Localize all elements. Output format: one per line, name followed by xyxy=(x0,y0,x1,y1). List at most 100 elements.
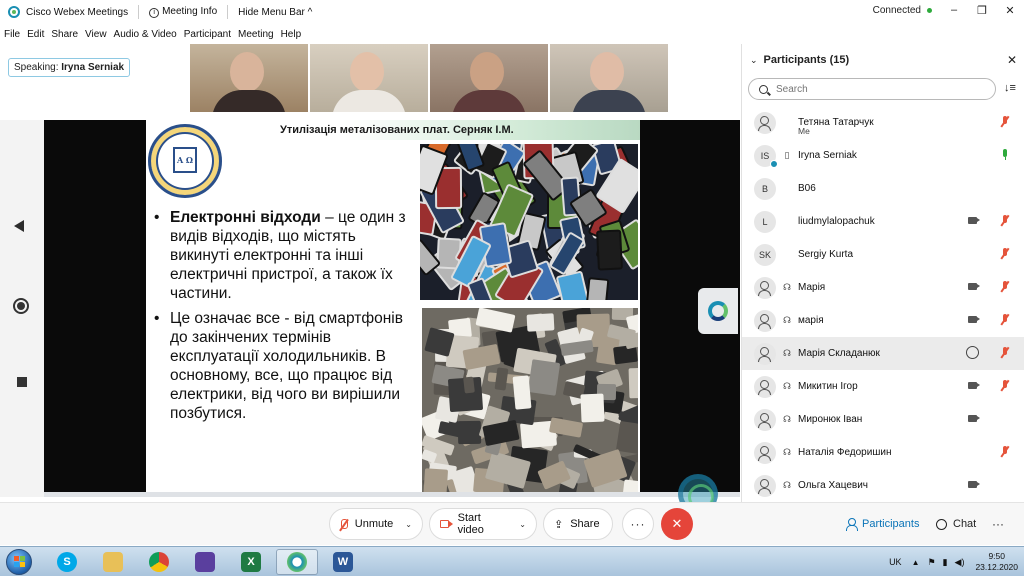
avatar xyxy=(754,111,776,134)
video-thumbnail[interactable] xyxy=(190,44,308,112)
device-icon: ☊ xyxy=(783,381,791,391)
video-thumbnail[interactable] xyxy=(550,44,668,112)
chrome-icon xyxy=(149,552,169,572)
person-head-icon xyxy=(760,115,769,125)
mic-muted-icon[interactable] xyxy=(1002,446,1008,457)
end-meeting-button[interactable]: ✕ xyxy=(661,508,693,540)
more-panels-button[interactable]: ··· xyxy=(992,512,1004,536)
video-thumbnail[interactable] xyxy=(310,44,428,112)
avatar xyxy=(754,276,776,299)
university-seal-icon: Α Ω xyxy=(148,124,222,198)
participants-icon xyxy=(846,518,858,531)
language-indicator[interactable]: UK xyxy=(889,557,902,567)
participant-row[interactable]: ☊ Марія xyxy=(742,271,1024,304)
participants-button[interactable]: Participants xyxy=(846,512,919,536)
participant-row[interactable]: ☊ Ольга Хацевич xyxy=(742,469,1024,502)
menu-share[interactable]: Share xyxy=(51,29,78,40)
clock[interactable]: 9:50 23.12.2020 xyxy=(975,551,1018,573)
avatar-initials: B xyxy=(761,183,768,194)
connection-status: Connected xyxy=(873,5,932,16)
share-label: Share xyxy=(570,518,600,530)
taskbar-webex[interactable] xyxy=(276,549,318,575)
menu-participant[interactable]: Participant xyxy=(184,29,231,40)
mic-muted-icon[interactable] xyxy=(1002,314,1008,325)
volume-icon[interactable]: ◀) xyxy=(955,557,965,568)
excel-icon: X xyxy=(241,552,261,572)
video-thumbnail[interactable] xyxy=(430,44,548,112)
participant-row[interactable]: SK Sergiy Kurta xyxy=(742,238,1024,271)
shared-content-stage: Утилізація металізованих плат. Серняк І.… xyxy=(0,120,740,497)
participant-row[interactable]: B B06 xyxy=(742,172,1024,205)
taskbar-save[interactable] xyxy=(184,549,226,575)
participant-row[interactable]: IS ▯ Iryna Serniak xyxy=(742,139,1024,172)
participants-panel: ⌄ Participants (15) ✕ ↓≡ Тетяна Татарчук… xyxy=(741,44,1024,502)
participant-name: Наталія Федоришин xyxy=(798,447,892,458)
mic-muted-icon[interactable] xyxy=(1002,347,1008,358)
sort-icon[interactable]: ↓≡ xyxy=(1004,82,1016,94)
menu-file[interactable]: File xyxy=(4,29,20,40)
participant-row[interactable]: ☊ Микитин Ігор xyxy=(742,370,1024,403)
mic-muted-icon[interactable] xyxy=(1002,380,1008,391)
mic-muted-icon[interactable] xyxy=(1002,215,1008,226)
participant-row[interactable]: ☊ Миронюк Іван xyxy=(742,403,1024,436)
mic-muted-icon[interactable] xyxy=(1002,281,1008,292)
taskbar-skype[interactable]: S xyxy=(46,549,88,575)
mic-muted-icon[interactable] xyxy=(1002,116,1008,127)
taskbar-explorer[interactable] xyxy=(92,549,134,575)
chat-bubble-icon[interactable] xyxy=(966,346,979,359)
chat-button[interactable]: Chat xyxy=(936,512,976,536)
device-shape xyxy=(621,479,638,492)
menu-view[interactable]: View xyxy=(85,29,107,40)
person-head-icon xyxy=(760,379,769,389)
more-options-button[interactable]: ··· xyxy=(622,508,654,540)
avatar-initials: SK xyxy=(758,249,771,260)
taskbar-chrome[interactable] xyxy=(138,549,180,575)
word-icon: W xyxy=(333,552,353,572)
participant-row[interactable]: ☊ Наталія Федоришин xyxy=(742,436,1024,469)
participant-search[interactable] xyxy=(748,78,996,100)
participants-header[interactable]: ⌄ Participants (15) ✕ xyxy=(742,44,1024,76)
stop-sharing-icon[interactable] xyxy=(17,377,27,387)
avatar xyxy=(754,441,776,464)
flag-icon[interactable]: ⚑ xyxy=(928,557,936,568)
phone-shape xyxy=(555,270,590,300)
video-camera-icon xyxy=(968,481,980,488)
menu-audio-video[interactable]: Audio & Video xyxy=(114,29,177,40)
close-window-button[interactable]: ✕ xyxy=(996,0,1024,20)
participant-row[interactable]: ☊ марія xyxy=(742,304,1024,337)
video-options-icon[interactable]: ⌄ xyxy=(519,520,526,529)
unmute-options-icon[interactable]: ⌄ xyxy=(405,520,412,529)
search-icon xyxy=(759,84,768,94)
unmute-button[interactable]: Unmute ⌄ xyxy=(329,508,423,540)
minimize-button[interactable]: – xyxy=(940,0,968,20)
menu-meeting[interactable]: Meeting xyxy=(238,29,274,40)
participant-row[interactable]: ☊ Марія Складанюк xyxy=(742,337,1024,370)
participant-row[interactable]: Lliudmylalopachuk xyxy=(742,205,1024,238)
mic-on-icon[interactable] xyxy=(1002,149,1008,160)
participant-row[interactable]: Тетяна Татарчук Me xyxy=(742,106,1024,139)
previous-slide-icon[interactable] xyxy=(14,220,24,232)
taskbar-word[interactable]: W xyxy=(322,549,364,575)
participant-list: Тетяна Татарчук Me IS ▯ Iryna Serniak B B06 Lli… xyxy=(742,106,1024,502)
show-hidden-icons[interactable]: ▲ xyxy=(912,558,920,567)
close-panel-button[interactable]: ✕ xyxy=(1007,53,1017,67)
network-icon[interactable]: ▮ xyxy=(943,557,948,568)
menu-edit[interactable]: Edit xyxy=(27,29,44,40)
search-input[interactable] xyxy=(776,83,976,95)
start-button[interactable] xyxy=(6,549,32,575)
start-video-button[interactable]: Start video ⌄ xyxy=(429,508,537,540)
webex-assistant-button[interactable] xyxy=(698,288,738,334)
taskbar-excel[interactable]: X xyxy=(230,549,272,575)
participant-body xyxy=(332,90,406,112)
hide-menu-bar-button[interactable]: Hide Menu Bar ^ xyxy=(238,7,312,18)
menu-help[interactable]: Help xyxy=(281,29,302,40)
participant-head xyxy=(590,52,624,92)
meeting-info-button[interactable]: i Meeting Info xyxy=(149,6,217,18)
avatar xyxy=(754,474,776,497)
mic-muted-icon[interactable] xyxy=(1002,248,1008,259)
bullet1-bold: Електронні відходи xyxy=(170,209,321,226)
restore-button[interactable]: ❐ xyxy=(968,0,996,20)
annotate-icon[interactable] xyxy=(13,298,29,314)
share-button[interactable]: ⇪ Share xyxy=(543,508,613,540)
chevron-down-icon[interactable]: ⌄ xyxy=(750,55,758,66)
